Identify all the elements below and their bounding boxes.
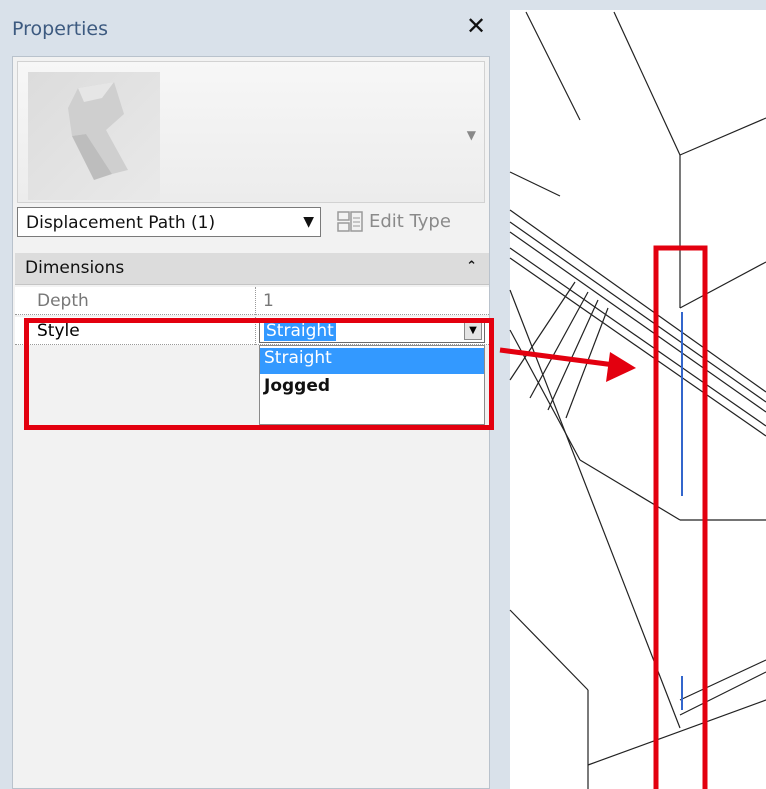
drawing-lines [509,11,766,789]
drawing-canvas [499,11,766,789]
